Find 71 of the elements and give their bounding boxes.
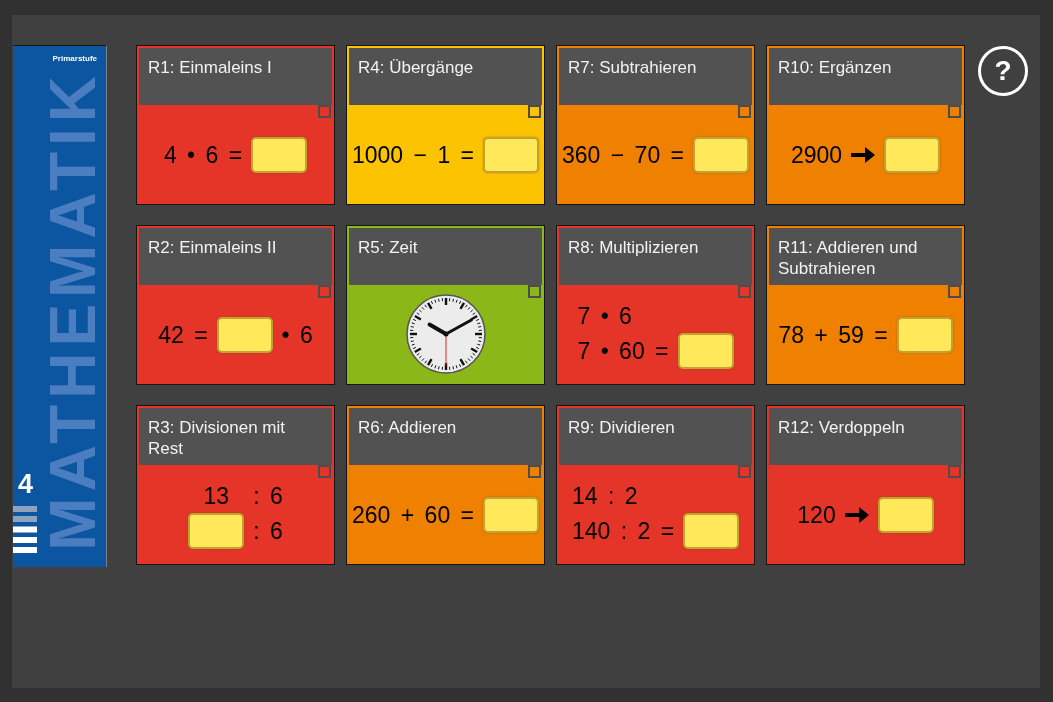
checkbox[interactable] <box>948 105 961 118</box>
answer-field[interactable] <box>884 136 941 173</box>
answer-field[interactable] <box>877 496 934 533</box>
equation-text: : 6 <box>253 481 283 511</box>
card-title: R4: Übergänge <box>358 58 474 77</box>
answer-field[interactable] <box>216 316 273 353</box>
cover-subtitle: Primarstufe <box>52 54 97 64</box>
checkbox[interactable] <box>318 285 331 298</box>
stripes-icon <box>13 506 37 553</box>
exercise-card[interactable]: R1: Einmaleins I 4 • 6 = <box>136 45 335 205</box>
exercise-card[interactable]: R4: Übergänge 1000 − 1 = <box>346 45 545 205</box>
checkbox[interactable] <box>948 285 961 298</box>
checkbox[interactable] <box>318 465 331 478</box>
checkbox[interactable] <box>738 285 751 298</box>
equation-text: 42 = <box>158 320 208 350</box>
help-button[interactable]: ? <box>978 46 1028 96</box>
grade-number: 4 <box>18 471 34 498</box>
equation-text: : 6 <box>253 516 283 546</box>
card-title: R5: Zeit <box>358 238 418 257</box>
exercise-card[interactable]: R3: Divisionen mit Rest 13 : 6 : 6 <box>136 405 335 565</box>
checkbox[interactable] <box>318 105 331 118</box>
equation-text: 2900 <box>790 140 843 170</box>
exercise-card[interactable]: R6: Addieren 260 + 60 = <box>346 405 545 565</box>
arrow-icon <box>851 146 876 163</box>
card-title: R12: Verdoppeln <box>778 418 905 437</box>
equation-text: 260 + 60 = <box>352 500 474 530</box>
card-title: R3: Divisionen mit Rest <box>148 418 285 458</box>
equation-text: 140 : 2 = <box>571 516 675 546</box>
answer-field[interactable] <box>677 332 734 369</box>
equation-text: 78 + 59 = <box>778 320 888 350</box>
arrow-icon <box>844 506 869 523</box>
card-title: R6: Addieren <box>358 418 457 437</box>
checkbox[interactable] <box>948 465 961 478</box>
answer-field[interactable] <box>188 512 245 549</box>
exercise-card[interactable]: R10: Ergänzen 2900 <box>766 45 965 205</box>
card-title: R9: Dividieren <box>568 418 675 437</box>
equation-text: 13 <box>203 481 229 511</box>
answer-field[interactable] <box>483 136 539 173</box>
exercise-card[interactable]: R11: Addieren und Subtrahieren 78 + 59 = <box>766 225 965 385</box>
equation-text: • 6 <box>281 320 313 350</box>
card-title: R2: Einmaleins II <box>148 238 277 257</box>
exercise-card[interactable]: R9: Dividieren 14 : 2 140 : 2 = <box>556 405 755 565</box>
equation-text: 360 − 70 = <box>562 140 684 170</box>
answer-field[interactable] <box>896 316 953 353</box>
equation-text: 14 : 2 <box>571 481 638 511</box>
equation-text: 7 • 60 = <box>577 336 669 366</box>
exercise-card[interactable]: R2: Einmaleins II 42 = • 6 <box>136 225 335 385</box>
answer-field[interactable] <box>483 496 539 533</box>
answer-field[interactable] <box>683 512 740 549</box>
card-title: R10: Ergänzen <box>778 58 892 77</box>
clock-icon <box>405 293 486 374</box>
card-title: R8: Multiplizieren <box>568 238 699 257</box>
card-title: R1: Einmaleins I <box>148 58 272 77</box>
exercise-card[interactable]: R5: Zeit <box>346 225 545 385</box>
exercise-card[interactable]: R7: Subtrahieren 360 − 70 = <box>556 45 755 205</box>
card-title: R7: Subtrahieren <box>568 58 697 77</box>
exercise-card[interactable]: R8: Multiplizieren 7 • 6 7 • 60 = <box>556 225 755 385</box>
exercise-card[interactable]: R12: Verdoppeln 120 <box>766 405 965 565</box>
equation-text: 7 • 6 <box>577 301 632 331</box>
equation-text: 4 • 6 = <box>163 140 243 170</box>
checkbox[interactable] <box>528 105 541 118</box>
cover-title: MATHEMATIK <box>48 70 98 551</box>
equation-text: 1000 − 1 = <box>352 140 474 170</box>
checkbox[interactable] <box>738 105 751 118</box>
equation-text: 120 <box>797 500 836 530</box>
card-title: R11: Addieren und Subtrahieren <box>778 238 918 278</box>
answer-field[interactable] <box>251 136 308 173</box>
checkbox[interactable] <box>528 285 541 298</box>
checkbox[interactable] <box>528 465 541 478</box>
checkbox[interactable] <box>738 465 751 478</box>
answer-field[interactable] <box>693 136 749 173</box>
